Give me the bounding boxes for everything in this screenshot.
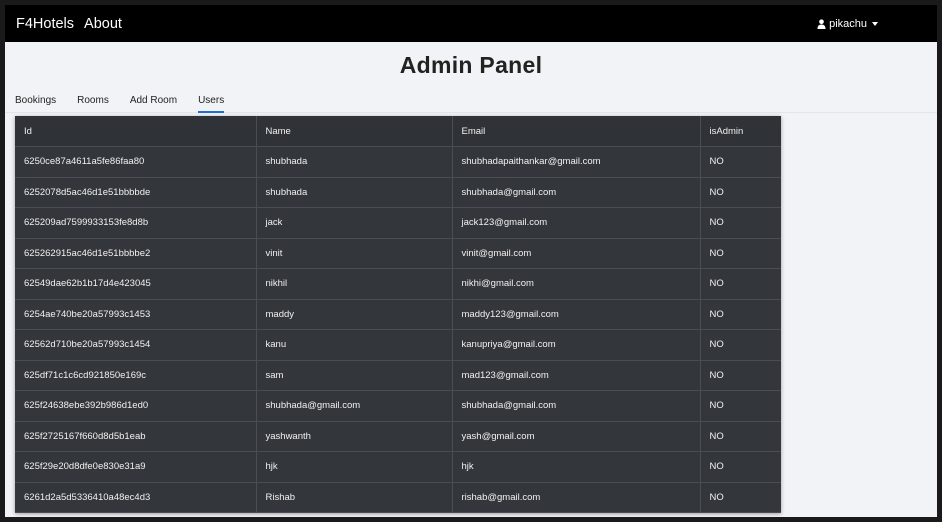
cell-email: shubhadapaithankar@gmail.com bbox=[452, 146, 701, 178]
cell-email: yash@gmail.com bbox=[452, 421, 701, 452]
table-row: 6254ae740be20a57993c1453 maddy maddy123@gm… bbox=[15, 299, 781, 330]
cell-email: shubhada@gmail.com bbox=[452, 390, 701, 422]
cell-name: shubhada bbox=[256, 177, 453, 208]
cell-id: 6254ae740be20a57993c1453 bbox=[15, 299, 257, 330]
cell-email: jack123@gmail.com bbox=[452, 207, 701, 239]
table-body: 6250ce87a4611a5fe86faa80 shubhada shubhada… bbox=[15, 146, 781, 513]
cell-isadmin: NO bbox=[700, 360, 781, 391]
cell-email: vinit@gmail.com bbox=[452, 238, 701, 269]
cell-email: rishab@gmail.com bbox=[452, 482, 701, 513]
navbar: F4Hotels About pikachu bbox=[5, 5, 937, 42]
cell-name: nikhil bbox=[256, 268, 453, 300]
cell-isadmin: NO bbox=[700, 329, 781, 361]
cell-name: hjk bbox=[256, 451, 453, 483]
cell-email: mad123@gmail.com bbox=[452, 360, 701, 391]
cell-name: sam bbox=[256, 360, 453, 391]
column-header-name: Name bbox=[256, 116, 453, 147]
users-table-container: Id Name Email isAdmin 6250ce87a4611a5fe8… bbox=[15, 116, 781, 513]
cell-id: 625df71c1c6cd921850e169c bbox=[15, 360, 257, 391]
table-row: 625f29e20d8dfe0e830e31a9 hjk hjk NO bbox=[15, 451, 781, 483]
cell-id: 6250ce87a4611a5fe86faa80 bbox=[15, 146, 257, 178]
tab-add-room[interactable]: Add Room bbox=[119, 95, 187, 112]
cell-name: kanu bbox=[256, 329, 453, 361]
cell-id: 62562d710be20a57993c1454 bbox=[15, 329, 257, 361]
chevron-down-icon bbox=[872, 21, 878, 26]
cell-isadmin: NO bbox=[700, 390, 781, 422]
users-table: Id Name Email isAdmin 6250ce87a4611a5fe8… bbox=[15, 116, 781, 513]
admin-tabs: Bookings Rooms Add Room Users bbox=[5, 82, 937, 113]
nav-about-link[interactable]: About bbox=[84, 16, 122, 32]
cell-email: maddy123@gmail.com bbox=[452, 299, 701, 330]
cell-id: 625262915ac46d1e51bbbbe2 bbox=[15, 238, 257, 269]
user-name: pikachu bbox=[829, 17, 867, 30]
cell-isadmin: NO bbox=[700, 207, 781, 239]
cell-id: 625209ad7599933153fe8d8b bbox=[15, 207, 257, 239]
cell-id: 6261d2a5d5336410a48ec4d3 bbox=[15, 482, 257, 513]
cell-isadmin: NO bbox=[700, 299, 781, 330]
cell-isadmin: NO bbox=[700, 482, 781, 513]
table-row: 625df71c1c6cd921850e169c sam mad123@gmail.… bbox=[15, 360, 781, 391]
cell-email: shubhada@gmail.com bbox=[452, 177, 701, 208]
tab-users[interactable]: Users bbox=[188, 95, 235, 113]
cell-id: 62549dae62b1b17d4e423045 bbox=[15, 268, 257, 300]
tab-rooms[interactable]: Rooms bbox=[67, 95, 120, 112]
table-header-row: Id Name Email isAdmin bbox=[15, 116, 781, 147]
cell-id: 625f24638ebe392b986d1ed0 bbox=[15, 390, 257, 422]
user-dropdown[interactable]: pikachu bbox=[817, 18, 878, 30]
table-row: 6261d2a5d5336410a48ec4d3 Rishab rishab@gma… bbox=[15, 482, 781, 513]
brand-link[interactable]: F4Hotels bbox=[16, 16, 74, 32]
cell-name: jack bbox=[256, 207, 453, 239]
cell-isadmin: NO bbox=[700, 451, 781, 483]
table-row: 6250ce87a4611a5fe86faa80 shubhada shubhada… bbox=[15, 146, 781, 178]
page-title: Admin Panel bbox=[399, 52, 543, 78]
cell-name: maddy bbox=[256, 299, 453, 330]
table-row: 6252078d5ac46d1e51bbbbde shubhada shubhada… bbox=[15, 177, 781, 208]
cell-id: 625f2725167f660d8d5b1eab bbox=[15, 421, 257, 452]
table-row: 62562d710be20a57993c1454 kanu kanupriya@gm… bbox=[15, 329, 781, 361]
column-header-isadmin: isAdmin bbox=[700, 116, 781, 147]
cell-id: 6252078d5ac46d1e51bbbbde bbox=[15, 177, 257, 208]
tab-bookings[interactable]: Bookings bbox=[15, 95, 67, 112]
column-header-id: Id bbox=[15, 116, 257, 147]
cell-email: hjk bbox=[452, 451, 701, 483]
cell-name: Rishab bbox=[256, 482, 453, 513]
cell-name: yashwanth bbox=[256, 421, 453, 452]
table-row: 625f2725167f660d8d5b1eab yashwanth yash@gm… bbox=[15, 421, 781, 452]
cell-id: 625f29e20d8dfe0e830e31a9 bbox=[15, 451, 257, 483]
app-window: F4Hotels About pikachu Admin Panel Booki… bbox=[5, 5, 937, 517]
cell-isadmin: NO bbox=[700, 177, 781, 208]
cell-name: shubhada@gmail.com bbox=[256, 390, 453, 422]
table-row: 625209ad7599933153fe8d8b jack jack123@gmai… bbox=[15, 207, 781, 239]
cell-email: kanupriya@gmail.com bbox=[452, 329, 701, 361]
cell-name: vinit bbox=[256, 238, 453, 269]
main-content: Admin Panel Bookings Rooms Add Room User… bbox=[5, 42, 937, 113]
cell-isadmin: NO bbox=[700, 146, 781, 178]
cell-email: nikhi@gmail.com bbox=[452, 268, 701, 300]
table-row: 625f24638ebe392b986d1ed0 shubhada@gmail.c… bbox=[15, 390, 781, 422]
table-row: 62549dae62b1b17d4e423045 nikhil nikhi@gmai… bbox=[15, 268, 781, 300]
cell-name: shubhada bbox=[256, 146, 453, 178]
table-row: 625262915ac46d1e51bbbbe2 vinit vinit@gmail… bbox=[15, 238, 781, 269]
cell-isadmin: NO bbox=[700, 238, 781, 269]
cell-isadmin: NO bbox=[700, 268, 781, 300]
user-icon bbox=[817, 18, 826, 29]
column-header-email: Email bbox=[452, 116, 701, 147]
cell-isadmin: NO bbox=[700, 421, 781, 452]
